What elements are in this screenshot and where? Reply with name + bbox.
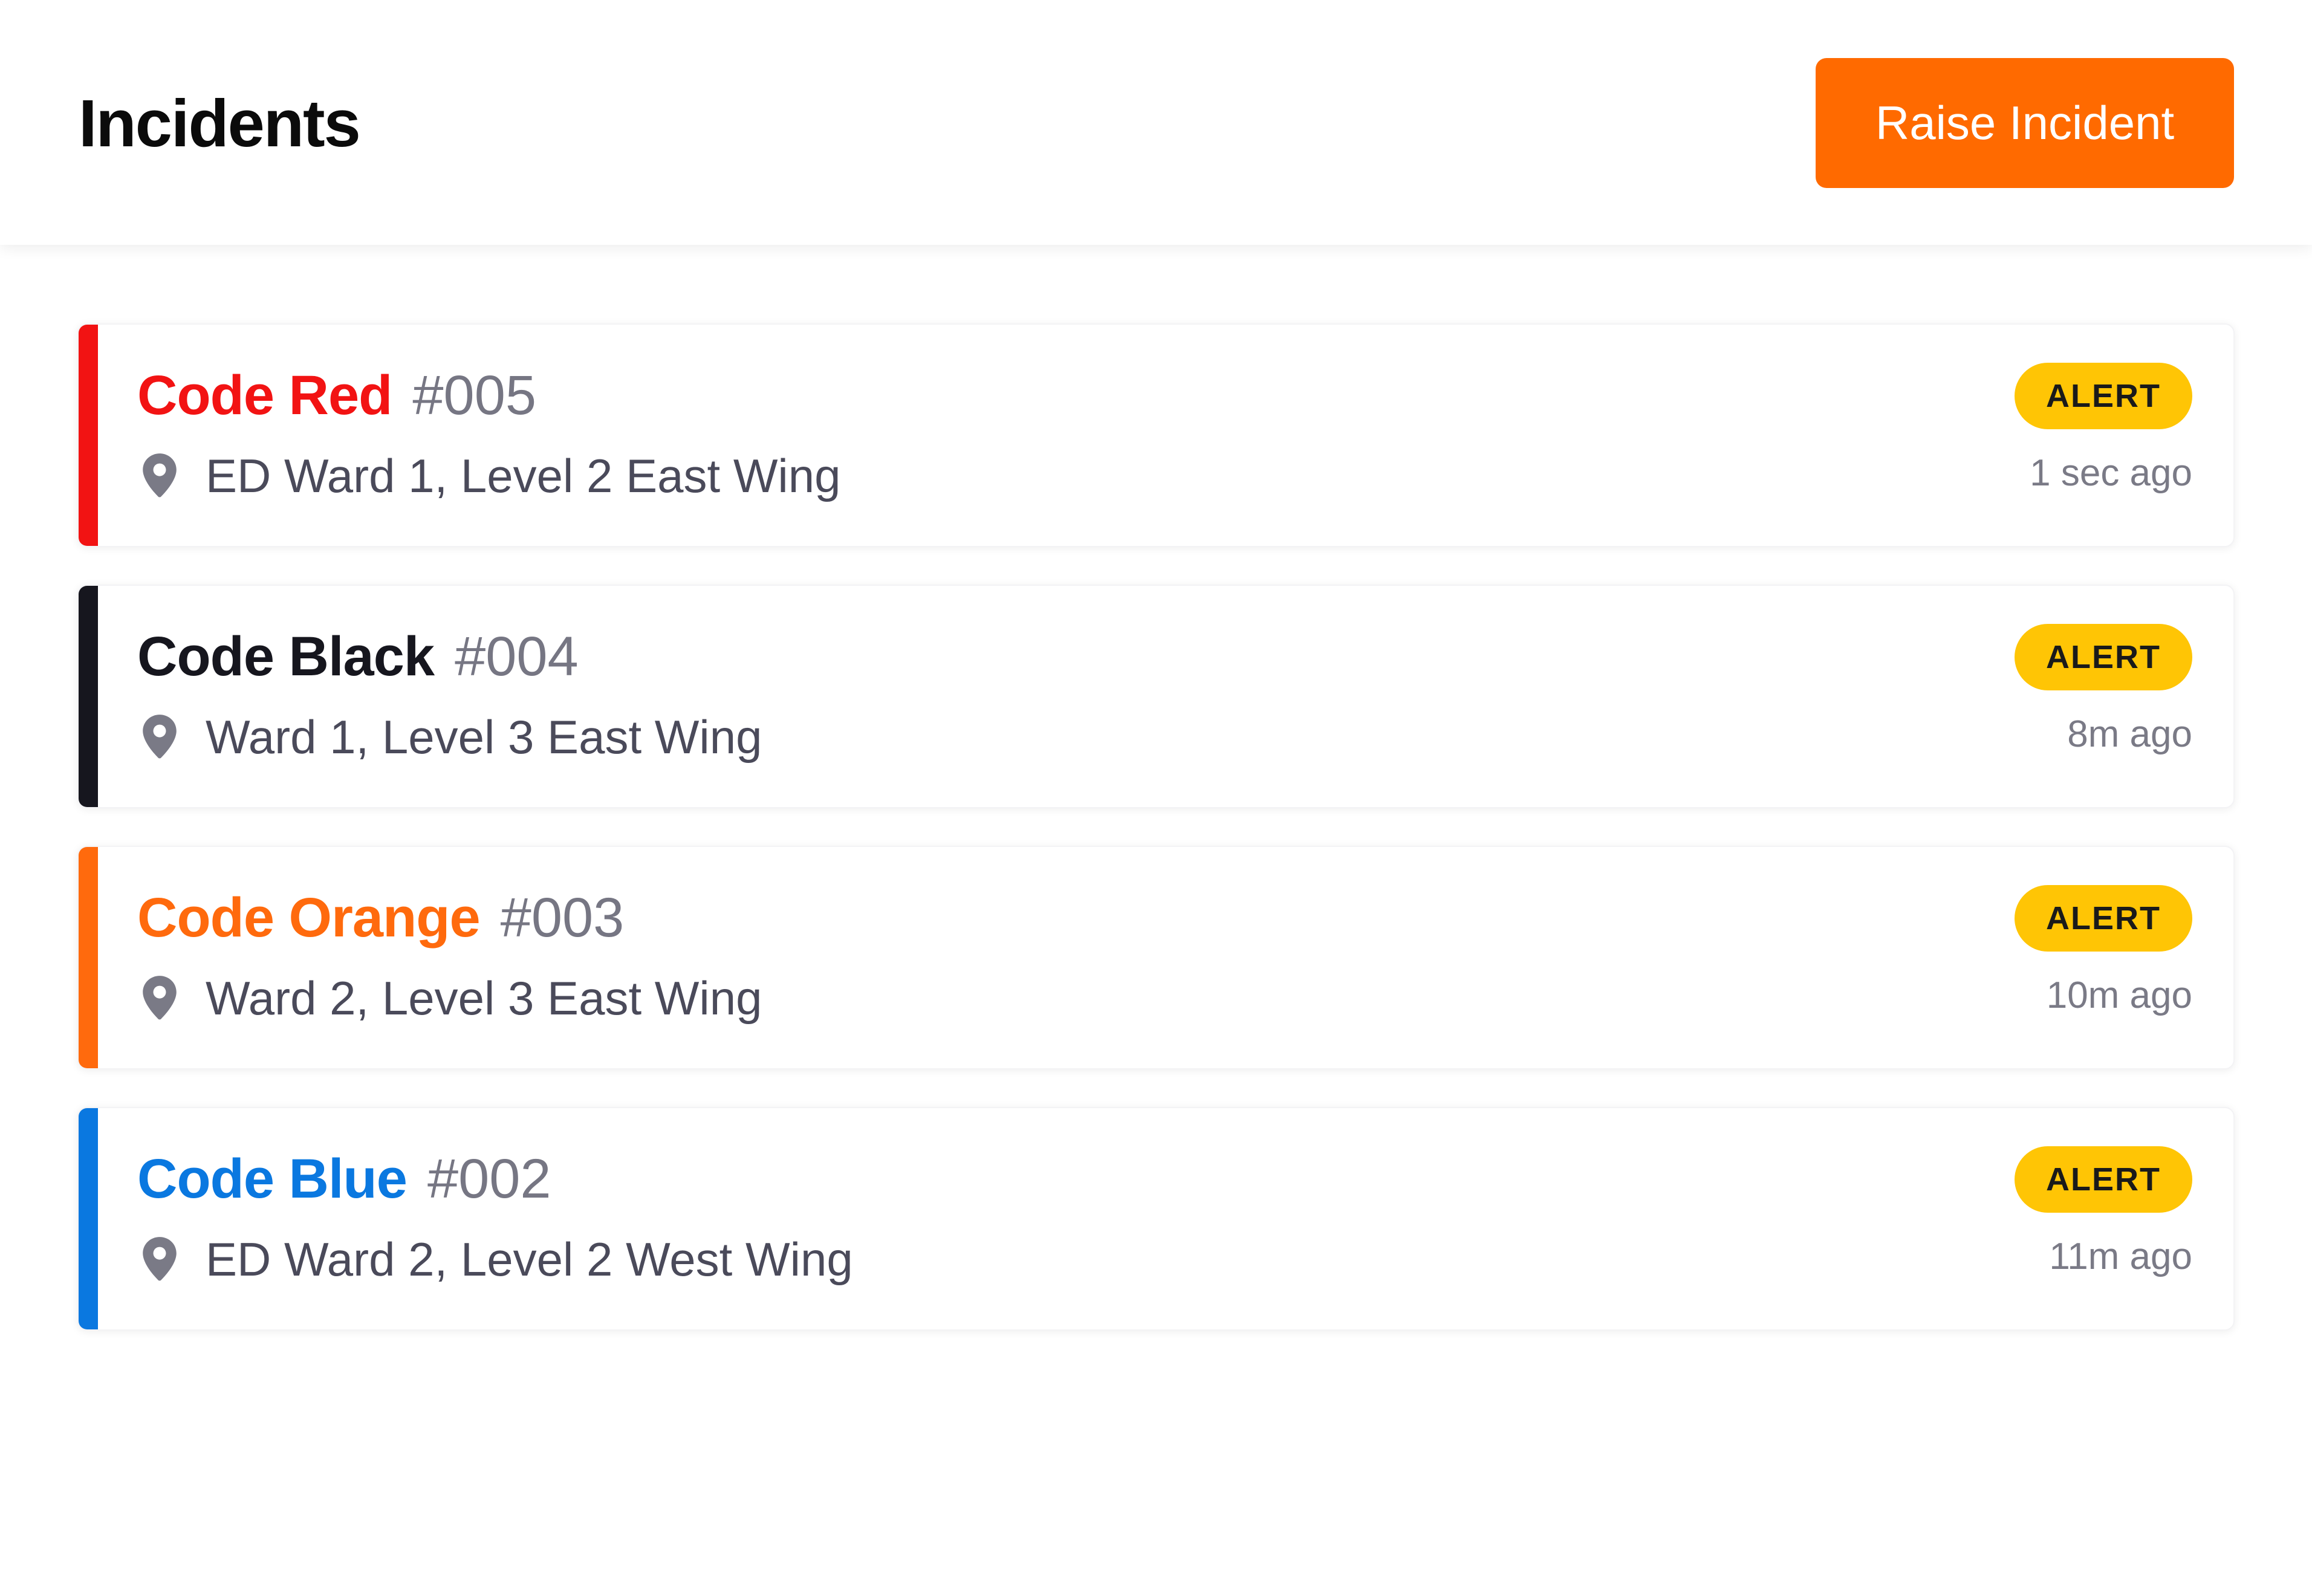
incident-timestamp: 10m ago [2046,975,2192,1016]
status-badge: ALERT [2015,885,2192,952]
incident-number: #003 [500,887,625,949]
severity-stripe [79,586,98,807]
incident-location: Ward 1, Level 3 East Wing [139,704,762,770]
incident-timestamp: 1 sec ago [2030,452,2192,494]
incident-location: ED Ward 1, Level 2 East Wing [139,443,841,509]
incident-list: Code Red #005 ED Ward 1, Level 2 East Win… [77,323,2235,1368]
app-header: Incidents Raise Incident [0,0,2312,245]
status-badge: ALERT [2015,1146,2192,1213]
map-pin-icon [143,453,177,498]
severity-stripe [79,1108,98,1329]
incident-code: Code Black [137,626,435,687]
location-text: ED Ward 1, Level 2 East Wing [206,449,841,502]
incident-heading: Code Orange #003 [137,884,624,951]
incident-code: Code Blue [137,1148,408,1210]
severity-stripe [79,325,98,546]
incident-code: Code Red [137,365,392,426]
incident-code: Code Orange [137,887,481,949]
incident-number: #005 [412,365,537,426]
status-badge: ALERT [2015,363,2192,429]
incident-heading: Code Red #005 [137,362,536,429]
severity-stripe [79,847,98,1068]
status-badge: ALERT [2015,624,2192,690]
raise-incident-button[interactable]: Raise Incident [1816,58,2234,188]
incident-heading: Code Blue #002 [137,1146,551,1212]
incident-timestamp: 8m ago [2067,713,2192,755]
map-pin-icon [143,715,177,759]
incident-location: ED Ward 2, Level 2 West Wing [139,1226,853,1293]
incident-card[interactable]: Code Orange #003 Ward 2, Level 3 East Win… [77,846,2235,1069]
incident-heading: Code Black #004 [137,623,579,690]
page-title: Incidents [79,86,361,161]
incident-card[interactable]: Code Red #005 ED Ward 1, Level 2 East Win… [77,323,2235,547]
incident-number: #004 [455,626,579,687]
location-text: ED Ward 2, Level 2 West Wing [206,1232,853,1286]
map-pin-icon [143,976,177,1020]
incident-location: Ward 2, Level 3 East Wing [139,965,762,1031]
incident-card[interactable]: Code Blue #002 ED Ward 2, Level 2 West Wi… [77,1107,2235,1331]
incident-number: #002 [427,1148,551,1210]
location-text: Ward 2, Level 3 East Wing [206,971,762,1025]
incident-timestamp: 11m ago [2049,1236,2192,1277]
map-pin-icon [143,1237,177,1281]
location-text: Ward 1, Level 3 East Wing [206,710,762,764]
incident-card[interactable]: Code Black #004 Ward 1, Level 3 East Wing… [77,585,2235,808]
